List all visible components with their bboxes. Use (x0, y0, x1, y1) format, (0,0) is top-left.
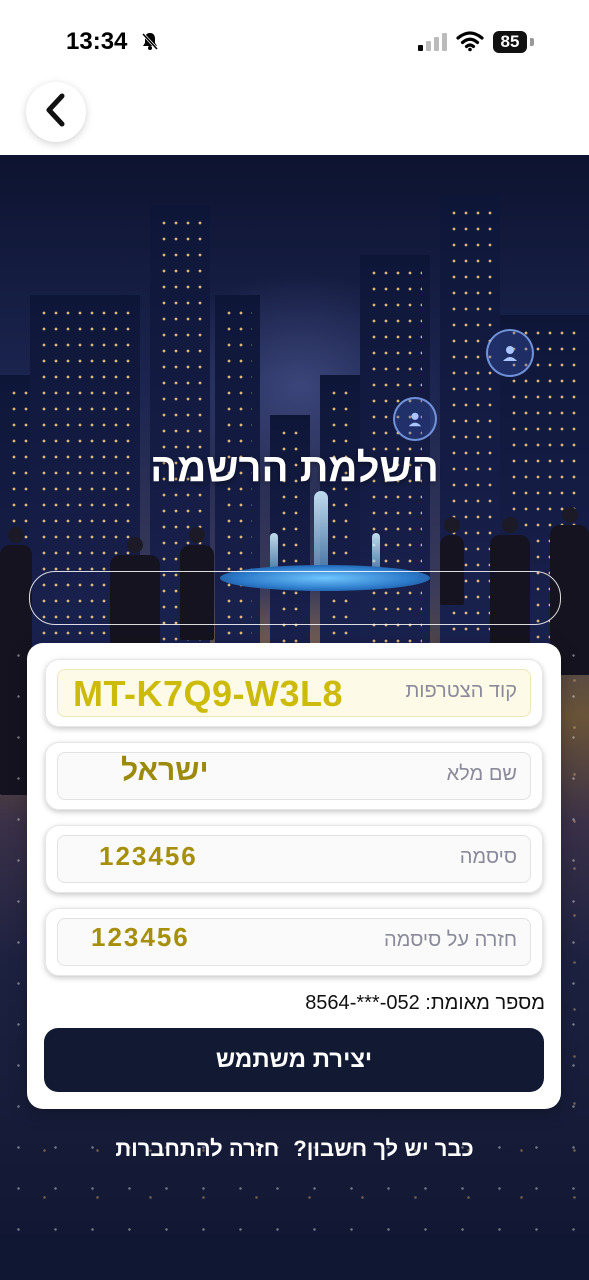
signal-icon (418, 33, 448, 56)
password-value: 123456 (99, 841, 198, 871)
create-user-button[interactable]: יצירת משתמש (44, 1028, 544, 1092)
profile-bubble-icon (393, 397, 437, 441)
header (0, 88, 589, 154)
password-label: סיסמה (459, 846, 517, 868)
full-name-value: ישראל (121, 754, 209, 787)
full-name-field[interactable]: שם מלא ישראל (45, 742, 543, 810)
invite-code-value: MT-K7Q9-W3L8 (73, 673, 344, 714)
full-name-label: שם מלא (446, 763, 517, 785)
back-button[interactable] (26, 82, 86, 142)
decorative-outline (29, 571, 561, 625)
battery-tip (530, 38, 534, 46)
bottom-bar (0, 1235, 589, 1280)
login-prompt-text: כבר יש לך חשבון? (293, 1136, 474, 1161)
confirm-password-value: 123456 (91, 922, 190, 952)
wifi-icon (456, 30, 484, 57)
page-title: השלמת הרשמה (150, 446, 439, 490)
fountain-jet (314, 491, 328, 571)
verified-number: מספר מאומת: 052-***-8564 (305, 992, 545, 1014)
chevron-left-icon (43, 93, 69, 132)
status-time: 13:34 (66, 28, 128, 55)
confirm-password-field[interactable]: חזרה על סיסמה 123456 (45, 908, 543, 976)
bell-slash-icon (140, 31, 160, 56)
registration-form: קוד הצטרפות MT-K7Q9-W3L8 שם מלא ישראל סי… (27, 643, 561, 1109)
profile-bubble-icon (486, 329, 534, 377)
password-field[interactable]: סיסמה 123456 (45, 825, 543, 893)
login-prompt-row: כבר יש לך חשבון? חזרה להתחברות (0, 1136, 589, 1162)
confirm-password-label: חזרה על סיסמה (384, 929, 517, 951)
invite-code-field[interactable]: קוד הצטרפות MT-K7Q9-W3L8 (45, 659, 543, 727)
battery-icon: 85 (493, 31, 527, 53)
status-bar: 13:34 85 (0, 0, 589, 88)
invite-code-label: קוד הצטרפות (405, 680, 517, 702)
back-to-login-link[interactable]: חזרה להתחברות (115, 1136, 279, 1161)
